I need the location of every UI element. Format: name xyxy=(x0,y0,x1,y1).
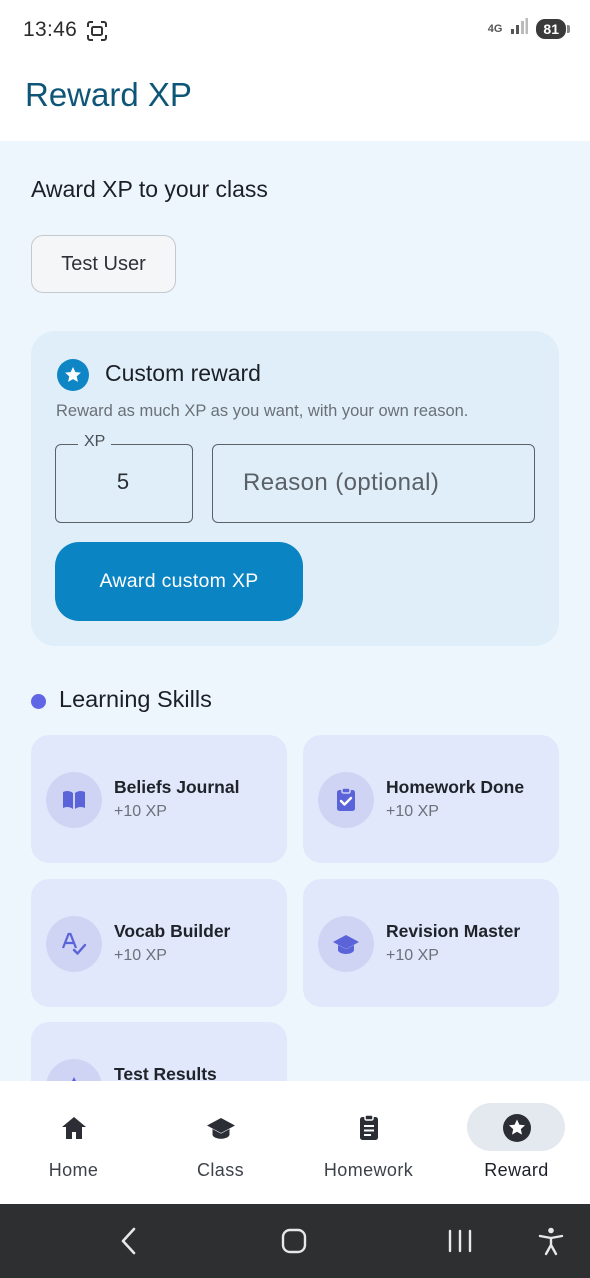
custom-reward-description: Reward as much XP as you want, with your… xyxy=(56,402,469,420)
bottom-navigation: Home Class Homework Reward xyxy=(0,1081,590,1204)
nav-item-home[interactable]: Home xyxy=(0,1081,147,1204)
skill-name: Revision Master xyxy=(386,921,521,941)
xp-field-label: XP xyxy=(78,433,112,451)
page-title: Reward XP xyxy=(25,76,192,113)
skill-card-beliefs-journal[interactable]: Beliefs Journal +10 XP xyxy=(31,735,287,863)
skill-xp: +10 XP xyxy=(114,803,167,820)
accessibility-icon[interactable] xyxy=(538,1226,564,1261)
nav-label: Home xyxy=(48,1160,99,1180)
skill-xp: +10 XP xyxy=(114,947,167,964)
xp-field-value: 5 xyxy=(116,469,130,494)
skill-name: Homework Done xyxy=(386,777,525,797)
skill-xp: +10 XP xyxy=(386,803,439,820)
skill-card-homework-done[interactable]: Homework Done +10 XP xyxy=(303,735,559,863)
learning-skills-heading: Learning Skills xyxy=(59,686,212,712)
reason-placeholder: Reason (optional) xyxy=(243,469,440,496)
back-icon[interactable] xyxy=(119,1226,139,1261)
main-content[interactable]: Award XP to your class Test User Custom … xyxy=(0,141,590,1081)
skill-name: Beliefs Journal xyxy=(114,777,240,797)
skill-xp: +10 XP xyxy=(386,947,439,964)
skill-card-revision-master[interactable]: Revision Master +10 XP xyxy=(303,879,559,1007)
nav-label: Homework xyxy=(323,1160,414,1180)
award-custom-xp-button[interactable]: Award custom XP xyxy=(55,542,303,621)
user-chip[interactable]: Test User xyxy=(31,235,176,293)
clipboard-icon xyxy=(354,1113,384,1143)
recents-icon[interactable] xyxy=(446,1226,474,1261)
nav-label: Class xyxy=(196,1160,244,1180)
nav-label: Reward xyxy=(484,1160,549,1180)
graduation-cap-icon xyxy=(318,916,374,972)
reason-input[interactable]: Reason (optional) xyxy=(212,444,535,523)
star-circle-icon xyxy=(502,1113,532,1143)
award-heading: Award XP to your class xyxy=(31,176,268,202)
nav-item-reward[interactable]: Reward xyxy=(443,1081,590,1204)
custom-reward-card: Custom reward Reward as much XP as you w… xyxy=(31,331,559,646)
book-open-icon xyxy=(46,772,102,828)
chart-icon xyxy=(46,1059,102,1081)
section-dot xyxy=(31,694,46,709)
xp-amount-field[interactable]: XP 5 xyxy=(55,433,193,523)
skill-name: Test Results xyxy=(114,1064,217,1081)
skill-card-vocab-builder[interactable]: Vocab Builder +10 XP xyxy=(31,879,287,1007)
skill-card-test-results[interactable]: Test Results xyxy=(31,1022,287,1081)
nav-item-homework[interactable]: Homework xyxy=(295,1081,442,1204)
network-type-label: 4G xyxy=(487,22,503,35)
status-time: 13:46 xyxy=(23,18,78,41)
clipboard-check-icon xyxy=(318,772,374,828)
app-bar: Reward XP xyxy=(0,62,590,141)
spellcheck-icon xyxy=(46,916,102,972)
home-icon xyxy=(59,1113,89,1143)
signal-icon xyxy=(510,18,529,39)
star-icon xyxy=(57,359,89,391)
nav-item-class[interactable]: Class xyxy=(147,1081,294,1204)
skill-name: Vocab Builder xyxy=(114,921,231,941)
status-bar: 13:46 4G 81 xyxy=(0,0,590,62)
system-navigation-bar xyxy=(0,1204,590,1278)
battery-indicator: 81 xyxy=(536,18,570,39)
custom-reward-title: Custom reward xyxy=(105,360,261,386)
home-button-icon[interactable] xyxy=(281,1226,307,1261)
screenshot-icon xyxy=(86,20,108,42)
graduation-cap-icon xyxy=(206,1113,236,1143)
